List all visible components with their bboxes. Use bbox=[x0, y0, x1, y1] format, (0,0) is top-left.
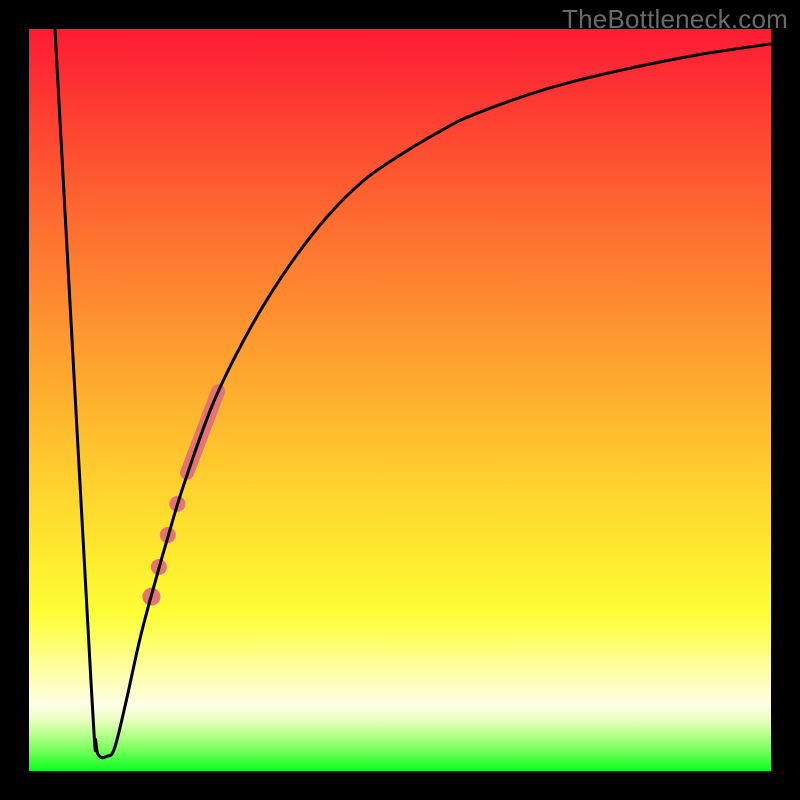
chart-stage: TheBottleneck.com bbox=[0, 0, 800, 800]
plot-area bbox=[29, 29, 771, 771]
watermark-text: TheBottleneck.com bbox=[562, 4, 788, 35]
bottleneck-curve bbox=[55, 29, 771, 758]
chart-svg bbox=[29, 29, 771, 771]
